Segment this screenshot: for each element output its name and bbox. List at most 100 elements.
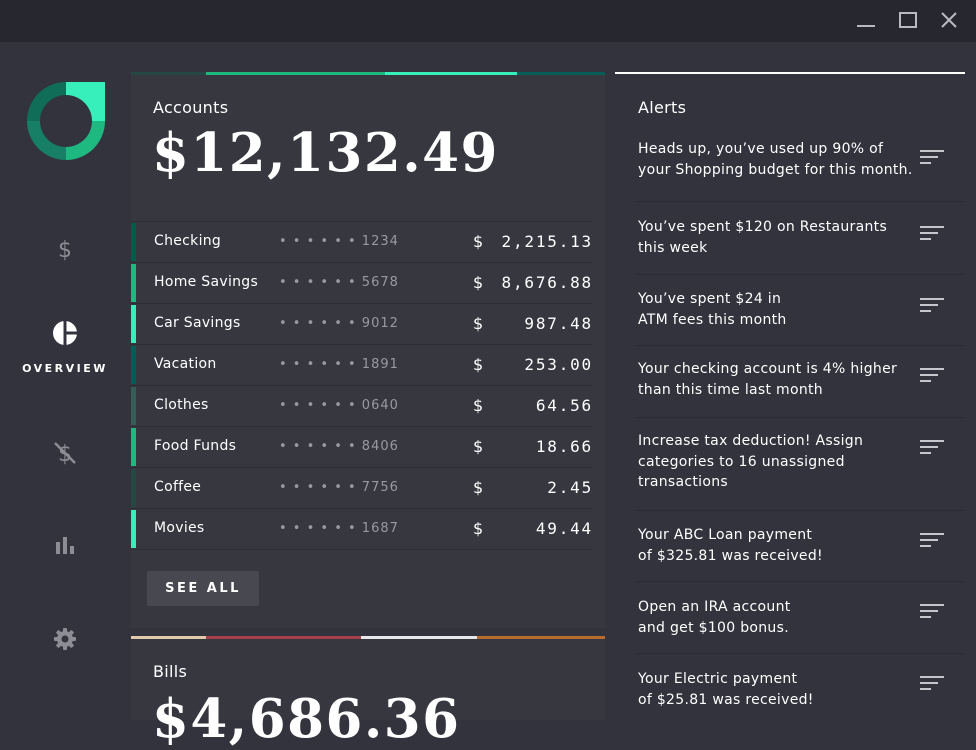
alert-line: Your ABC Loan payment bbox=[638, 527, 813, 543]
alert-line: You’ve spent $120 on Restaurants bbox=[638, 219, 888, 235]
alert-line: Open an IRA account bbox=[638, 599, 791, 615]
alert-item[interactable]: Open an IRA account and get $100 bonus. bbox=[635, 582, 965, 654]
account-amount: 8,676.88 bbox=[501, 273, 593, 292]
sort-lines-icon[interactable] bbox=[920, 602, 946, 622]
account-row-car-savings[interactable]: Car Savings • • • • • • 9012 $ 987.48 bbox=[131, 304, 593, 345]
account-number: • • • • • • 1234 bbox=[279, 234, 399, 249]
currency-symbol: $ bbox=[473, 437, 484, 456]
account-name: Movies bbox=[154, 520, 205, 536]
account-amount: 987.48 bbox=[524, 314, 593, 333]
alert-line: transactions bbox=[638, 474, 728, 490]
dollar-strike-icon: $ bbox=[54, 442, 76, 466]
nav-bills[interactable]: $ bbox=[0, 440, 130, 500]
currency-symbol: $ bbox=[473, 232, 484, 251]
alert-text: Heads up, you’ve used up 90% of your Sho… bbox=[638, 139, 913, 180]
minimize-icon bbox=[857, 25, 875, 27]
account-color-bar bbox=[131, 305, 136, 343]
alert-item[interactable]: Your ABC Loan payment of $325.81 was rec… bbox=[635, 511, 965, 582]
pie-chart-icon bbox=[53, 321, 77, 345]
minimize-button[interactable] bbox=[853, 8, 879, 34]
account-amount: 2,215.13 bbox=[501, 232, 593, 251]
account-amount: 2.45 bbox=[547, 478, 593, 497]
account-row-movies[interactable]: Movies • • • • • • 1687 $ 49.44 bbox=[131, 509, 593, 550]
account-amount: 49.44 bbox=[535, 519, 593, 538]
bills-panel: Bills $4,686.36 bbox=[131, 636, 605, 750]
nav-accounts[interactable]: $ bbox=[0, 236, 130, 296]
accounts-panel: Accounts $12,132.49 Checking • • • • • •… bbox=[131, 72, 605, 628]
accounts-list: Checking • • • • • • 1234 $ 2,215.13 Hom… bbox=[131, 221, 593, 550]
donut-logo-icon bbox=[27, 82, 105, 160]
nav-budgets[interactable] bbox=[0, 534, 130, 594]
nav-settings[interactable] bbox=[0, 626, 130, 686]
account-row-checking[interactable]: Checking • • • • • • 1234 $ 2,215.13 bbox=[131, 222, 593, 263]
account-name: Home Savings bbox=[154, 274, 259, 290]
alert-item[interactable]: Your Electric payment of $25.81 was rece… bbox=[635, 654, 965, 720]
account-color-bar bbox=[131, 469, 136, 507]
nav-overview-label: OVERVIEW bbox=[22, 362, 108, 375]
account-name: Coffee bbox=[154, 479, 202, 495]
sidebar: $ OVERVIEW $ bbox=[0, 42, 130, 720]
close-icon bbox=[941, 12, 957, 28]
account-name: Clothes bbox=[154, 397, 209, 413]
bar-chart-icon bbox=[56, 537, 74, 554]
alert-text: Open an IRA account and get $100 bonus. bbox=[638, 597, 913, 638]
account-color-bar bbox=[131, 223, 136, 261]
sort-lines-icon[interactable] bbox=[920, 148, 946, 168]
alert-text: You’ve spent $24 in ATM fees this month bbox=[638, 289, 913, 330]
alert-line: Your Electric payment bbox=[638, 671, 798, 687]
alert-line: You’ve spent $24 in bbox=[638, 291, 782, 307]
account-color-bar bbox=[131, 387, 136, 425]
alert-item[interactable]: You’ve spent $120 on Restaurants this we… bbox=[635, 202, 965, 275]
alerts-divider bbox=[615, 72, 965, 74]
alert-item[interactable]: Heads up, you’ve used up 90% of your Sho… bbox=[635, 130, 965, 202]
svg-text:$: $ bbox=[58, 238, 72, 262]
account-name: Food Funds bbox=[154, 438, 237, 454]
account-row-coffee[interactable]: Coffee • • • • • • 7756 $ 2.45 bbox=[131, 468, 593, 509]
alert-line: your Shopping budget for this month. bbox=[638, 161, 913, 178]
account-number: • • • • • • 5678 bbox=[279, 275, 399, 290]
alert-line: than this time last month bbox=[638, 381, 823, 398]
account-number: • • • • • • 1891 bbox=[279, 357, 399, 372]
currency-symbol: $ bbox=[473, 314, 484, 333]
account-row-clothes[interactable]: Clothes • • • • • • 0640 $ 64.56 bbox=[131, 386, 593, 427]
gear-icon bbox=[54, 628, 76, 650]
sort-lines-icon[interactable] bbox=[920, 438, 946, 458]
sort-lines-icon[interactable] bbox=[920, 224, 946, 244]
maximize-button[interactable] bbox=[895, 8, 921, 34]
see-all-button[interactable]: SEE ALL bbox=[147, 571, 259, 606]
alert-line: and get $100 bonus. bbox=[638, 619, 789, 636]
sort-lines-icon[interactable] bbox=[920, 366, 946, 386]
alert-line: categories to 16 unassigned bbox=[638, 453, 845, 470]
alert-line: Your checking account is 4% higher bbox=[638, 361, 898, 377]
sort-lines-icon[interactable] bbox=[920, 674, 946, 694]
maximize-icon bbox=[899, 12, 917, 28]
account-name: Vacation bbox=[154, 356, 217, 372]
currency-symbol: $ bbox=[473, 396, 484, 415]
alert-line: of $25.81 was received! bbox=[638, 691, 814, 708]
sort-lines-icon[interactable] bbox=[920, 531, 946, 551]
account-color-bar bbox=[131, 264, 136, 302]
alert-item[interactable]: Your checking account is 4% higher than … bbox=[635, 346, 965, 418]
account-amount: 18.66 bbox=[535, 437, 593, 456]
currency-symbol: $ bbox=[473, 273, 484, 292]
sort-lines-icon[interactable] bbox=[920, 296, 946, 316]
account-name: Car Savings bbox=[154, 315, 241, 331]
account-color-bar bbox=[131, 510, 136, 548]
alert-item[interactable]: Increase tax deduction! Assign categorie… bbox=[635, 418, 965, 511]
bills-total: $4,686.36 bbox=[152, 688, 461, 750]
account-row-food-funds[interactable]: Food Funds • • • • • • 8406 $ 18.66 bbox=[131, 427, 593, 468]
alert-text: Your checking account is 4% higher than … bbox=[638, 359, 913, 400]
alert-text: Your Electric payment of $25.81 was rece… bbox=[638, 669, 913, 710]
title-bar bbox=[0, 0, 976, 42]
alert-line: Increase tax deduction! Assign bbox=[638, 433, 864, 449]
alert-item[interactable]: You’ve spent $24 in ATM fees this month bbox=[635, 275, 965, 346]
account-name: Checking bbox=[154, 233, 222, 249]
nav-overview[interactable]: OVERVIEW bbox=[0, 320, 130, 380]
account-color-bar bbox=[131, 346, 136, 384]
account-row-vacation[interactable]: Vacation • • • • • • 1891 $ 253.00 bbox=[131, 345, 593, 386]
alert-text: Increase tax deduction! Assign categorie… bbox=[638, 431, 913, 493]
close-button[interactable] bbox=[936, 8, 962, 34]
alert-line: of $325.81 was received! bbox=[638, 547, 823, 564]
alerts-title: Alerts bbox=[638, 98, 687, 117]
account-row-home-savings[interactable]: Home Savings • • • • • • 5678 $ 8,676.88 bbox=[131, 263, 593, 304]
